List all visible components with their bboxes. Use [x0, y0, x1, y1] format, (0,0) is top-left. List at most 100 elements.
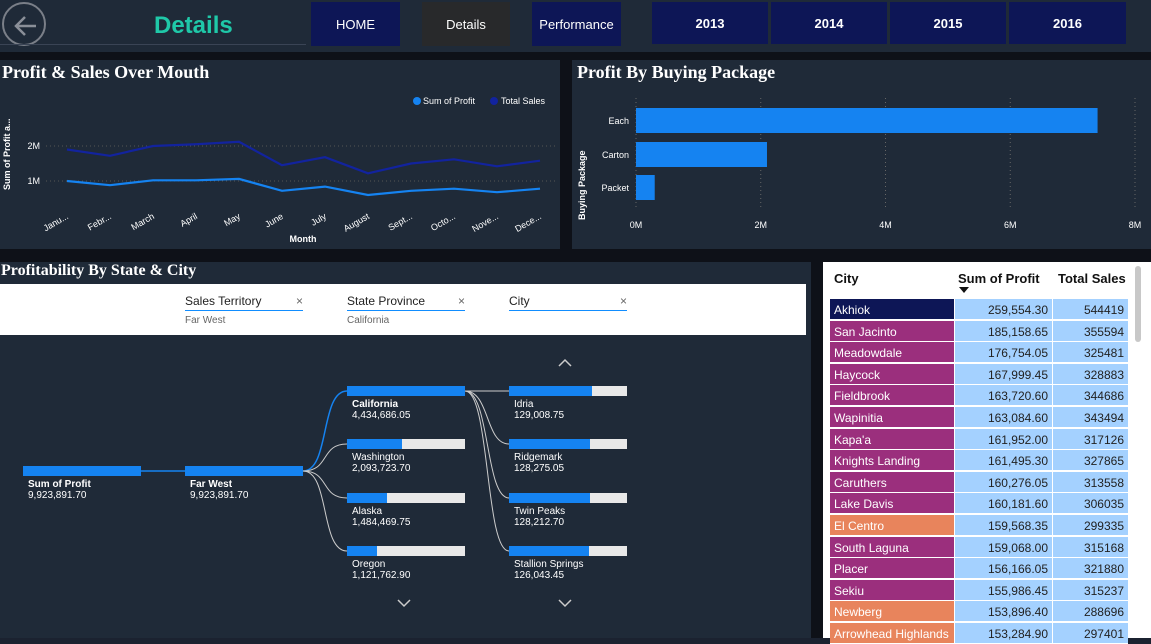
table-row[interactable]: Sekiu 155,986.45 315237: [830, 579, 1128, 601]
cell-city: Fieldbrook: [830, 385, 954, 407]
root-node-bar[interactable]: [23, 466, 141, 476]
node-name: Sum of Profit: [28, 479, 91, 490]
cell-profit: 185,158.65: [954, 320, 1052, 342]
x-tick-label: April: [178, 211, 199, 229]
state-node-bar[interactable]: [347, 439, 465, 449]
table-row[interactable]: Akhiok 259,554.30 544419: [830, 299, 1128, 320]
bar-each[interactable]: [636, 108, 1098, 133]
scrollbar[interactable]: [1135, 266, 1141, 342]
cell-profit: 159,568.35: [954, 515, 1052, 536]
scroll-down-icon[interactable]: [397, 599, 411, 608]
city-node-label: Stallion Springs 126,043.45: [514, 559, 583, 581]
filter-state-province[interactable]: State Province × California: [347, 294, 465, 326]
line-chart: Sum of Profit Total Sales Sum of Profit …: [2, 96, 555, 244]
state-node-bar[interactable]: [347, 386, 465, 396]
back-arrow-icon[interactable]: [2, 2, 46, 46]
cell-city: Kapa'a: [830, 428, 954, 450]
table-row[interactable]: Caruthers 160,276.05 313558: [830, 471, 1128, 493]
x-tick-label: July: [309, 211, 328, 228]
bar-fill: [347, 386, 465, 396]
state-node-bar[interactable]: [347, 546, 465, 556]
node-name: Idria: [514, 399, 534, 410]
state-node-label: Alaska 1,484,469.75: [352, 506, 410, 528]
table-row[interactable]: Lake Davis 160,181.60 306035: [830, 493, 1128, 515]
series-line-profit[interactable]: [66, 177, 541, 197]
city-node-label: Twin Peaks 128,212.70: [514, 506, 565, 528]
col-header-sales[interactable]: Total Sales: [1058, 271, 1126, 286]
city-table: City Sum of Profit Total Sales Akhiok 259…: [823, 262, 1151, 644]
year-2013-button[interactable]: 2013: [652, 2, 768, 44]
table-row[interactable]: Kapa'a 161,952.00 317126: [830, 428, 1128, 450]
table-row[interactable]: Placer 156,166.05 321880: [830, 558, 1128, 580]
cell-city: Akhiok: [830, 299, 954, 320]
x-tick-label: 4M: [879, 220, 892, 230]
col-header-profit[interactable]: Sum of Profit: [958, 271, 1040, 286]
state-node-label: California 4,434,686.05: [352, 399, 410, 421]
scroll-down-icon[interactable]: [558, 599, 572, 608]
filter-sales-territory[interactable]: Sales Territory × Far West: [185, 294, 303, 326]
bar-chart: Buying Package 0M 2M 4M 6M 8M Each Carton Packe…: [577, 98, 1141, 230]
scroll-up-icon[interactable]: [558, 358, 572, 367]
bar-carton[interactable]: [636, 142, 767, 167]
city-node-bar[interactable]: [509, 386, 627, 396]
filter-label: State Province: [347, 294, 426, 308]
line-x-axis-title: Month: [290, 234, 317, 244]
cell-sales: 299335: [1052, 515, 1128, 536]
table-row[interactable]: Meadowdale 176,754.05 325481: [830, 342, 1128, 364]
table-row[interactable]: Arrowhead Highlands 153,284.90 297401: [830, 623, 1128, 644]
clear-icon[interactable]: ×: [296, 294, 303, 308]
sort-desc-icon[interactable]: [959, 287, 969, 293]
bar-fill: [347, 546, 377, 556]
filter-city[interactable]: City ×: [509, 294, 627, 315]
cell-profit: 161,495.30: [954, 450, 1052, 472]
root-node-label: Sum of Profit 9,923,891.70: [28, 479, 91, 501]
node-value: 1,484,469.75: [352, 517, 411, 528]
x-tick-label: 2M: [754, 220, 767, 230]
node-name: Washington: [352, 452, 405, 463]
city-node-bar[interactable]: [509, 493, 627, 503]
year-2014-button[interactable]: 2014: [771, 2, 887, 44]
nav-performance-button[interactable]: Performance: [532, 2, 621, 46]
cell-sales: 315168: [1052, 536, 1128, 558]
clear-icon[interactable]: ×: [620, 294, 627, 308]
y-tick-label: 2M: [27, 141, 40, 151]
x-tick-label: June: [263, 211, 285, 229]
legend-profit-marker: [413, 97, 421, 105]
table-row[interactable]: San Jacinto 185,158.65 355594: [830, 320, 1128, 342]
table-row[interactable]: Haycock 167,999.45 328883: [830, 363, 1128, 385]
city-node-label: Ridgemark 128,275.05: [514, 452, 564, 474]
series-line-sales[interactable]: [66, 140, 541, 175]
node-value: 1,121,762.90: [352, 570, 411, 581]
table-row[interactable]: Fieldbrook 163,720.60 344686: [830, 385, 1128, 407]
legend-sales-label: Total Sales: [501, 96, 546, 106]
bar-fill: [509, 439, 591, 449]
year-2016-button[interactable]: 2016: [1009, 2, 1126, 44]
cell-sales: 297401: [1052, 623, 1128, 644]
cell-sales: 313558: [1052, 471, 1128, 493]
cell-city: Newberg: [830, 601, 954, 623]
cell-sales: 315237: [1052, 579, 1128, 601]
year-2015-button[interactable]: 2015: [890, 2, 1006, 44]
cell-city: South Laguna: [830, 536, 954, 558]
x-tick-label: Janu...: [42, 211, 70, 233]
table-row[interactable]: Wapinitia 163,084.60 343494: [830, 407, 1128, 428]
node-value: 129,008.75: [514, 410, 565, 421]
city-node-bar[interactable]: [509, 546, 627, 556]
col-header-city[interactable]: City: [834, 271, 859, 286]
table-row[interactable]: South Laguna 159,068.00 315168: [830, 536, 1128, 558]
cell-profit: 153,284.90: [954, 623, 1052, 644]
table-row[interactable]: Newberg 153,896.40 288696: [830, 601, 1128, 623]
cell-city: San Jacinto: [830, 320, 954, 342]
far-west-node-bar[interactable]: [185, 466, 303, 476]
nav-details-button[interactable]: Details: [422, 2, 510, 46]
decomp-title: Profitability By State & City: [1, 262, 197, 279]
table-row[interactable]: El Centro 159,568.35 299335: [830, 515, 1128, 536]
bar-packet[interactable]: [636, 175, 655, 200]
city-node-bar[interactable]: [509, 439, 627, 449]
state-node-bar[interactable]: [347, 493, 465, 503]
table-row[interactable]: Knights Landing 161,495.30 327865: [830, 450, 1128, 472]
bar-fill: [347, 493, 388, 503]
clear-icon[interactable]: ×: [458, 294, 465, 308]
nav-home-button[interactable]: HOME: [311, 2, 400, 46]
cell-profit: 259,554.30: [954, 299, 1052, 320]
